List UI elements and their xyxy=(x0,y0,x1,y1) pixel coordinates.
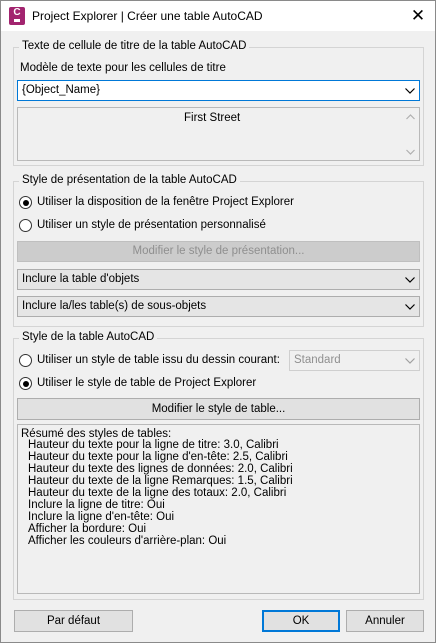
title-cell-group-legend: Texte de cellule de titre de la table Au… xyxy=(19,40,250,52)
dialog-window: C Project Explorer | Créer une table Aut… xyxy=(0,0,436,643)
title-preview-box: First Street xyxy=(17,107,420,161)
template-label: Modèle de texte pour les cellules de tit… xyxy=(20,62,226,74)
summary-line: Hauteur du texte de la ligne Remarques: … xyxy=(28,475,293,487)
layout-style-group-legend: Style de présentation de la table AutoCA… xyxy=(19,174,240,186)
chevron-down-icon[interactable] xyxy=(404,301,416,312)
subobjects-table-combo[interactable]: Inclure la/les table(s) de sous-objets xyxy=(17,296,420,317)
objects-table-value: Inclure la table d'objets xyxy=(22,273,140,285)
chevron-down-icon[interactable] xyxy=(404,355,416,366)
radio-drawing-style-label[interactable]: Utiliser un style de table issu du dessi… xyxy=(37,354,280,366)
radio-explorer-style[interactable] xyxy=(19,377,32,390)
style-summary-box: Résumé des styles de tables: Hauteur du … xyxy=(17,424,420,594)
title-template-combo[interactable]: {Object_Name} xyxy=(17,80,420,101)
subobjects-table-value: Inclure la/les table(s) de sous-objets xyxy=(22,300,207,312)
title-template-value: {Object_Name} xyxy=(22,84,100,96)
drawing-style-combo[interactable]: Standard xyxy=(289,350,420,371)
chevron-down-icon[interactable] xyxy=(404,274,416,285)
modify-table-style-button[interactable]: Modifier le style de table... xyxy=(17,398,420,420)
preview-scrollbar[interactable] xyxy=(403,109,418,159)
default-button[interactable]: Par défaut xyxy=(14,610,133,632)
summary-line: Inclure la ligne d'en-tête: Oui xyxy=(28,511,175,523)
radio-explorer-style-label[interactable]: Utiliser le style de table de Project Ex… xyxy=(37,377,256,389)
table-style-group-legend: Style de la table AutoCAD xyxy=(19,331,158,343)
modify-layout-button[interactable]: Modifier le style de présentation... xyxy=(17,241,420,262)
objects-table-combo[interactable]: Inclure la table d'objets xyxy=(17,269,420,290)
ok-button[interactable]: OK xyxy=(262,610,340,632)
title-preview-text: First Street xyxy=(184,112,241,124)
close-icon[interactable]: ✕ xyxy=(403,3,433,29)
radio-explorer-layout[interactable] xyxy=(19,196,32,209)
title-bar[interactable]: C Project Explorer | Créer une table Aut… xyxy=(1,1,435,31)
summary-line: Hauteur du texte des lignes de données: … xyxy=(28,463,293,475)
cancel-button[interactable]: Annuler xyxy=(346,610,424,632)
radio-custom-layout-label[interactable]: Utiliser un style de présentation person… xyxy=(37,219,266,231)
radio-drawing-style[interactable] xyxy=(19,354,32,367)
radio-explorer-layout-label[interactable]: Utiliser la disposition de la fenêtre Pr… xyxy=(37,196,294,208)
summary-line: Inclure la ligne de titre: Oui xyxy=(28,499,165,511)
chevron-down-icon[interactable] xyxy=(404,85,416,96)
summary-line: Hauteur du texte de la ligne des totaux:… xyxy=(28,487,287,499)
scroll-down-icon[interactable] xyxy=(406,149,415,155)
summary-line: Hauteur du texte pour la ligne de titre:… xyxy=(28,439,279,451)
drawing-style-value: Standard xyxy=(294,354,341,366)
summary-line: Afficher les couleurs d'arrière-plan: Ou… xyxy=(28,535,227,547)
summary-line: Afficher la bordure: Oui xyxy=(28,523,147,535)
window-title: Project Explorer | Créer une table AutoC… xyxy=(32,9,263,23)
autocad-app-icon: C xyxy=(9,7,25,25)
summary-line: Hauteur du texte pour la ligne d'en-tête… xyxy=(28,451,288,463)
scroll-up-icon[interactable] xyxy=(406,114,415,120)
radio-custom-layout[interactable] xyxy=(19,219,32,232)
